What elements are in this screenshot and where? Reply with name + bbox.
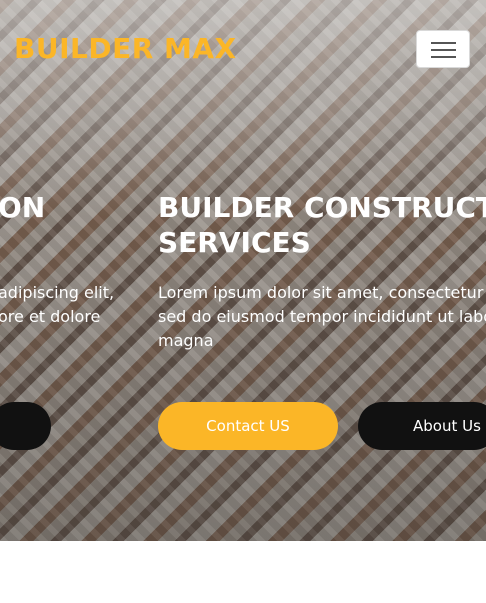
navbar-toggler-button[interactable] (416, 30, 470, 68)
hamburger-icon-line (431, 49, 456, 51)
hero-banner: BUILDER MAX ON adipiscing elit, ore et d… (0, 0, 486, 541)
slide-title: BUILDER CONSTRUCTIO (158, 191, 486, 224)
contact-us-button[interactable]: Contact US (158, 402, 338, 450)
hamburger-icon (431, 42, 456, 44)
prev-slide-text-line: adipiscing elit, (0, 283, 115, 302)
prev-slide-text-line: ore et dolore (0, 307, 101, 326)
slide-text-line: sed do eiusmod tempor incididunt ut labo (158, 307, 486, 326)
slide-text-line: magna (158, 331, 214, 350)
prev-slide-title: ON (0, 191, 46, 224)
brand-logo[interactable]: BUILDER MAX (14, 32, 237, 65)
hamburger-icon-line (431, 56, 456, 58)
slide-text-line: Lorem ipsum dolor sit amet, consectetur … (158, 283, 486, 302)
about-us-button[interactable]: About Us (358, 402, 486, 450)
prev-slide-about-button[interactable] (0, 402, 51, 450)
slide-title-line2: SERVICES (158, 226, 311, 259)
